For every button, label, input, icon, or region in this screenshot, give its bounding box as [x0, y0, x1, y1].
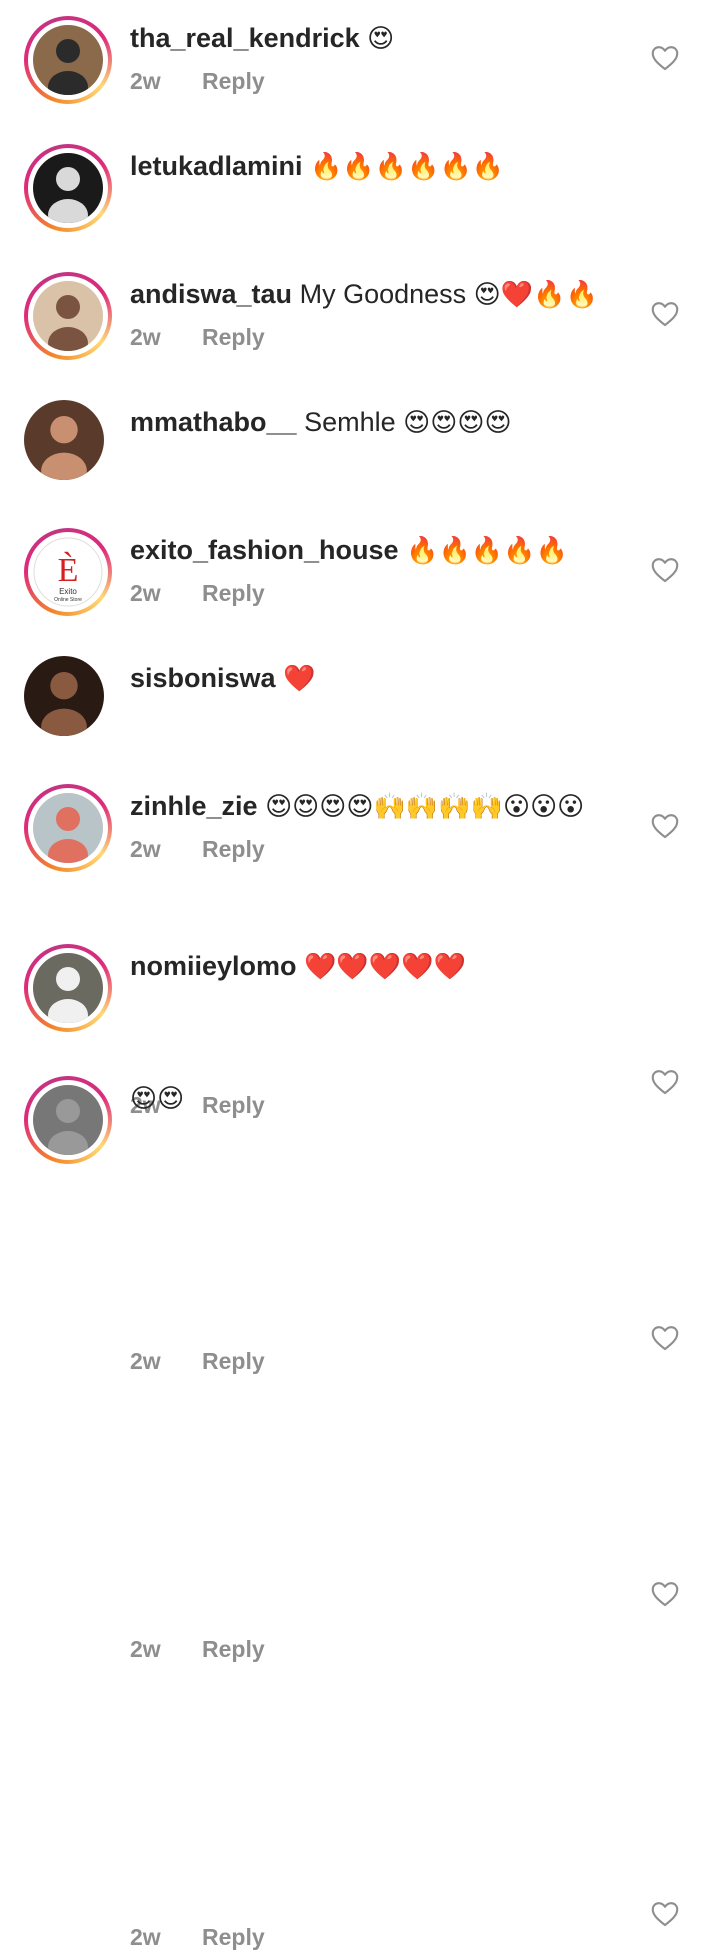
comment-row: letukadlamini 🔥🔥🔥🔥🔥🔥 2w Reply	[0, 128, 720, 350]
comment-emoji: 😍	[367, 24, 395, 54]
avatar[interactable]	[24, 784, 112, 872]
comment-body: letukadlamini 🔥🔥🔥🔥🔥🔥	[130, 148, 620, 185]
avatar-image	[33, 25, 103, 95]
comment-emoji: 😍😍😍😍🙌🙌🙌🙌😮😮😮	[265, 792, 585, 822]
heart-outline-icon[interactable]	[651, 45, 679, 71]
avatar[interactable]	[24, 272, 112, 360]
comment-meta: 2w Reply	[130, 1636, 265, 1663]
avatar[interactable]	[24, 1076, 112, 1164]
avatar-image	[33, 1085, 103, 1155]
comment-meta: 2w Reply	[130, 1348, 265, 1375]
reply-button[interactable]: Reply	[202, 1348, 265, 1374]
avatar-image	[24, 400, 104, 480]
comment-body: mmathabo__ Semhle 😍😍😍😍	[130, 404, 620, 441]
comment-row: È Exito Online Store exito_fashion_house 🔥🔥…	[0, 512, 720, 1118]
comment-emoji: ❤️	[283, 664, 316, 694]
comment-timestamp: 2w	[130, 1636, 161, 1662]
avatar-border	[28, 1080, 108, 1160]
logo-tagline: Online Store	[54, 597, 82, 603]
avatar-border	[28, 948, 108, 1028]
heart-outline-icon[interactable]	[651, 1901, 679, 1927]
comment-body: nomiieylomo ❤️❤️❤️❤️❤️	[130, 948, 620, 985]
comment-username[interactable]: zinhle_zie	[130, 791, 258, 821]
comment-emoji: 🔥🔥🔥🔥🔥	[406, 536, 568, 566]
comment-row: 😍😍	[0, 1060, 720, 1164]
heart-outline-icon[interactable]	[651, 1325, 679, 1351]
avatar-image: È Exito Online Store	[33, 537, 103, 607]
heart-outline-icon[interactable]	[651, 1581, 679, 1607]
comment-row: zinhle_zie 😍😍😍😍🙌🙌🙌🙌😮😮😮 2w Reply	[0, 768, 720, 1662]
comment-meta: 2w Reply	[130, 68, 265, 95]
comment-text: My Goodness	[299, 279, 467, 309]
comment-body: 😍😍	[130, 1080, 620, 1117]
avatar-border	[28, 20, 108, 100]
comment-body: andiswa_tau My Goodness 😍❤️🔥🔥	[130, 276, 620, 313]
avatar-border	[28, 276, 108, 356]
comment-username[interactable]: mmathabo__	[130, 407, 297, 437]
comment-row: mmathabo__ Semhle 😍😍😍😍 2w Reply	[0, 384, 720, 862]
avatar-border	[28, 788, 108, 868]
comment-username[interactable]: letukadlamini	[130, 151, 303, 181]
comment-emoji: 😍❤️🔥🔥	[473, 280, 598, 310]
comment-row: tha_real_kendrick 😍 2w Reply	[0, 0, 720, 128]
logo-brand: Exito	[59, 587, 77, 596]
avatar-border: È Exito Online Store	[28, 532, 108, 612]
avatar[interactable]	[24, 656, 112, 744]
comment-body: tha_real_kendrick 😍	[130, 20, 620, 57]
comment-emoji: 😍😍	[130, 1084, 185, 1114]
comment-timestamp: 2w	[130, 68, 161, 94]
comment-username[interactable]: nomiieylomo	[130, 951, 297, 981]
avatar-image	[33, 953, 103, 1023]
comment-timestamp: 2w	[130, 1924, 161, 1950]
reply-button[interactable]: Reply	[202, 1636, 265, 1662]
avatar-border	[24, 656, 108, 740]
comment-emoji: 🔥🔥🔥🔥🔥🔥	[310, 152, 505, 182]
comment-row: sisboniswa ❤️ 2w Reply	[0, 640, 720, 1374]
reply-button[interactable]: Reply	[202, 1924, 265, 1950]
reply-button[interactable]: Reply	[202, 68, 265, 94]
comment-body: sisboniswa ❤️	[130, 660, 620, 697]
avatar[interactable]: È Exito Online Store	[24, 528, 112, 616]
avatar-image	[24, 656, 104, 736]
avatar[interactable]	[24, 944, 112, 1032]
avatar[interactable]	[24, 400, 112, 488]
comment-emoji: 😍😍😍😍	[403, 408, 512, 438]
avatar[interactable]	[24, 144, 112, 232]
comment-username[interactable]: exito_fashion_house	[130, 535, 399, 565]
avatar-border	[24, 400, 108, 484]
comment-username[interactable]: tha_real_kendrick	[130, 23, 360, 53]
avatar-image	[33, 793, 103, 863]
comment-username[interactable]: sisboniswa	[130, 663, 276, 693]
avatar-image	[33, 281, 103, 351]
comment-body: zinhle_zie 😍😍😍😍🙌🙌🙌🙌😮😮😮	[130, 788, 620, 825]
logo-letter: È	[58, 552, 79, 589]
comment-body: exito_fashion_house 🔥🔥🔥🔥🔥	[130, 532, 620, 569]
comment-timestamp: 2w	[130, 1348, 161, 1374]
comment-emoji: ❤️❤️❤️❤️❤️	[304, 952, 466, 982]
avatar-border	[28, 148, 108, 228]
comment-username[interactable]: andiswa_tau	[130, 279, 292, 309]
comment-text: Semhle	[304, 407, 396, 437]
comment-meta: 2w Reply	[130, 1924, 265, 1951]
comment-row: nomiieylomo ❤️❤️❤️❤️❤️ 2w Reply	[0, 928, 720, 1950]
avatar-image	[33, 153, 103, 223]
avatar[interactable]	[24, 16, 112, 104]
comment-row: andiswa_tau My Goodness 😍❤️🔥🔥 2w Reply	[0, 256, 720, 606]
